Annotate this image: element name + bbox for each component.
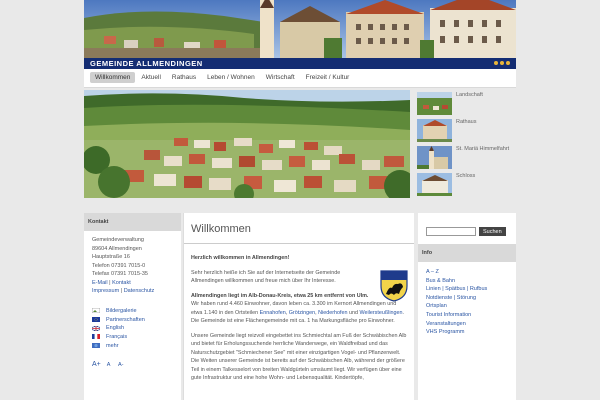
address-line: Hauptstraße 16 xyxy=(92,254,130,260)
thumb-label: Rathaus xyxy=(456,119,477,125)
groetzingen-link[interactable]: Grötzingen xyxy=(289,310,315,316)
datenschutz-link[interactable]: Datenschutz xyxy=(124,288,155,294)
thumb-landschaft[interactable]: Landschaft xyxy=(414,90,516,117)
link-english[interactable]: English xyxy=(92,324,173,333)
kontakt-link[interactable]: Kontakt xyxy=(112,280,131,286)
main-navigation: Willkommen Aktuell Rathaus Leben / Wohne… xyxy=(84,69,516,88)
site-title: GEMEINDE ALLMENDINGEN xyxy=(90,59,203,68)
right-sidebar: Suchen Info A – Z Bus & Bahn Linien | Sp… xyxy=(418,213,516,400)
thumb-rathaus[interactable]: Rathaus xyxy=(414,117,516,144)
info-link-ortsplan[interactable]: Ortsplan xyxy=(426,302,508,311)
link-partnerschaften[interactable]: Partnerschaften xyxy=(92,315,173,324)
link-label: English xyxy=(106,325,125,332)
schloss-thumb-image xyxy=(417,173,452,196)
landscape-thumb-image xyxy=(417,92,452,115)
info-link-veranstaltungen[interactable]: Veranstaltungen xyxy=(426,320,508,329)
address-line: Gemeindeverwaltung xyxy=(92,237,144,243)
info-link-a-z[interactable]: A – Z xyxy=(426,268,508,277)
nav-item-wirtschaft[interactable]: Wirtschaft xyxy=(261,72,300,83)
link-label: Bildergalerie xyxy=(106,307,137,314)
contact-address: Gemeindeverwaltung 89604 Allmendingen Ha… xyxy=(84,231,181,301)
conjunction: und xyxy=(348,309,358,316)
weilersteusslingen-link[interactable]: Weilersteußlingen xyxy=(359,310,402,316)
info-link-notdienste[interactable]: Notdienste | Störung xyxy=(426,294,508,303)
thumb-label: St. Mariä Himmelfahrt xyxy=(456,146,510,152)
nav-item-aktuell[interactable]: Aktuell xyxy=(136,72,166,83)
thumb-st-maria-himmelfahrt[interactable]: St. Mariä Himmelfahrt xyxy=(414,144,516,171)
fax-line: Telefax 07391 7015-35 xyxy=(92,271,148,277)
dot-icon xyxy=(494,61,498,65)
link-label: Partnerschaften xyxy=(106,316,145,323)
dot-icon xyxy=(506,61,510,65)
info-link-tourist-information[interactable]: Tourist Information xyxy=(426,311,508,320)
dot-icon xyxy=(500,61,504,65)
landscape-photo xyxy=(84,90,410,198)
info-link-linien[interactable]: Linien | Spätbus | Rufbus xyxy=(426,285,508,294)
link-label: mehr xyxy=(106,342,119,349)
eu-flag-icon xyxy=(92,317,100,323)
ennahofen-link[interactable]: Ennahofen xyxy=(260,310,286,316)
photo-thumbnails: Landschaft Rathaus St. Mariä Himmelfahrt… xyxy=(414,90,516,198)
page-title: Willkommen xyxy=(184,213,414,244)
link-label: Français xyxy=(106,333,128,340)
header-dots xyxy=(494,61,510,65)
email-link[interactable]: E-Mail xyxy=(92,280,108,286)
thumb-schloss[interactable]: Schloss xyxy=(414,171,516,198)
link-mehr[interactable]: mehr xyxy=(92,341,173,350)
header-image xyxy=(84,0,516,58)
language-links: Bildergalerie Partnerschaften English Fr… xyxy=(84,301,181,356)
gallery-icon xyxy=(92,308,100,314)
church-thumb-image xyxy=(417,146,452,169)
location-heading: Allmendingen liegt im Alb-Donau-Kreis, e… xyxy=(191,292,369,299)
info-link-bus-bahn[interactable]: Bus & Bahn xyxy=(426,277,508,286)
globe-icon xyxy=(92,343,100,349)
phone-line: Telefon 07391 7015-0 xyxy=(92,262,146,269)
greeting: Herzlich willkommen in Allmendingen! xyxy=(191,255,290,261)
font-size-controls: A+ A A- xyxy=(84,356,181,373)
thumb-label: Landschaft xyxy=(456,92,483,98)
search-form: Suchen xyxy=(418,213,516,244)
coat-of-arms-icon xyxy=(380,270,408,302)
thumb-label: Schloss xyxy=(456,173,476,179)
separator: | xyxy=(120,288,123,294)
info-link-vhs-programm[interactable]: VHS Programm xyxy=(426,328,508,337)
site-title-bar: GEMEINDE ALLMENDINGEN xyxy=(84,58,516,69)
description-paragraph: Unsere Gemeinde liegt reizvoll eingebett… xyxy=(191,332,407,382)
rathaus-thumb-image xyxy=(417,119,452,142)
main-content: Willkommen Herzlich willkommen in Allmen… xyxy=(183,213,414,400)
info-heading: Info xyxy=(418,244,516,262)
search-button[interactable]: Suchen xyxy=(479,227,506,236)
font-size-small-button[interactable]: A- xyxy=(118,362,124,368)
impressum-link[interactable]: Impressum xyxy=(92,288,119,294)
nav-item-rathaus[interactable]: Rathaus xyxy=(167,72,201,83)
header-town-photo xyxy=(84,0,516,58)
font-size-normal-button[interactable]: A xyxy=(107,362,112,368)
font-size-large-button[interactable]: A+ xyxy=(92,361,101,368)
link-bildergalerie[interactable]: Bildergalerie xyxy=(92,307,173,316)
comma: , xyxy=(285,309,288,316)
contact-heading: Kontakt xyxy=(84,213,181,231)
nav-item-willkommen[interactable]: Willkommen xyxy=(90,72,136,83)
search-input[interactable] xyxy=(426,227,476,236)
nav-item-freizeit-kultur[interactable]: Freizeit / Kultur xyxy=(301,72,355,83)
uk-flag-icon xyxy=(92,325,100,331)
intro-paragraph: Sehr herzlich heiße ich Sie auf der Inte… xyxy=(191,269,341,285)
nav-item-leben-wohnen[interactable]: Leben / Wohnen xyxy=(202,72,260,83)
article-text: Herzlich willkommen in Allmendingen! Seh… xyxy=(184,244,414,399)
info-links: A – Z Bus & Bahn Linien | Spätbus | Rufb… xyxy=(418,262,516,343)
link-francais[interactable]: Français xyxy=(92,333,173,342)
left-sidebar: Kontakt Gemeindeverwaltung 89604 Allmend… xyxy=(84,213,181,400)
niederhofen-link[interactable]: Niederhofen xyxy=(318,310,347,316)
landscape-banner xyxy=(84,90,410,198)
comma: , xyxy=(315,309,317,316)
address-line: 89604 Allmendingen xyxy=(92,245,142,252)
fr-flag-icon xyxy=(92,334,100,340)
separator: | xyxy=(109,279,111,286)
site-header xyxy=(84,0,516,58)
